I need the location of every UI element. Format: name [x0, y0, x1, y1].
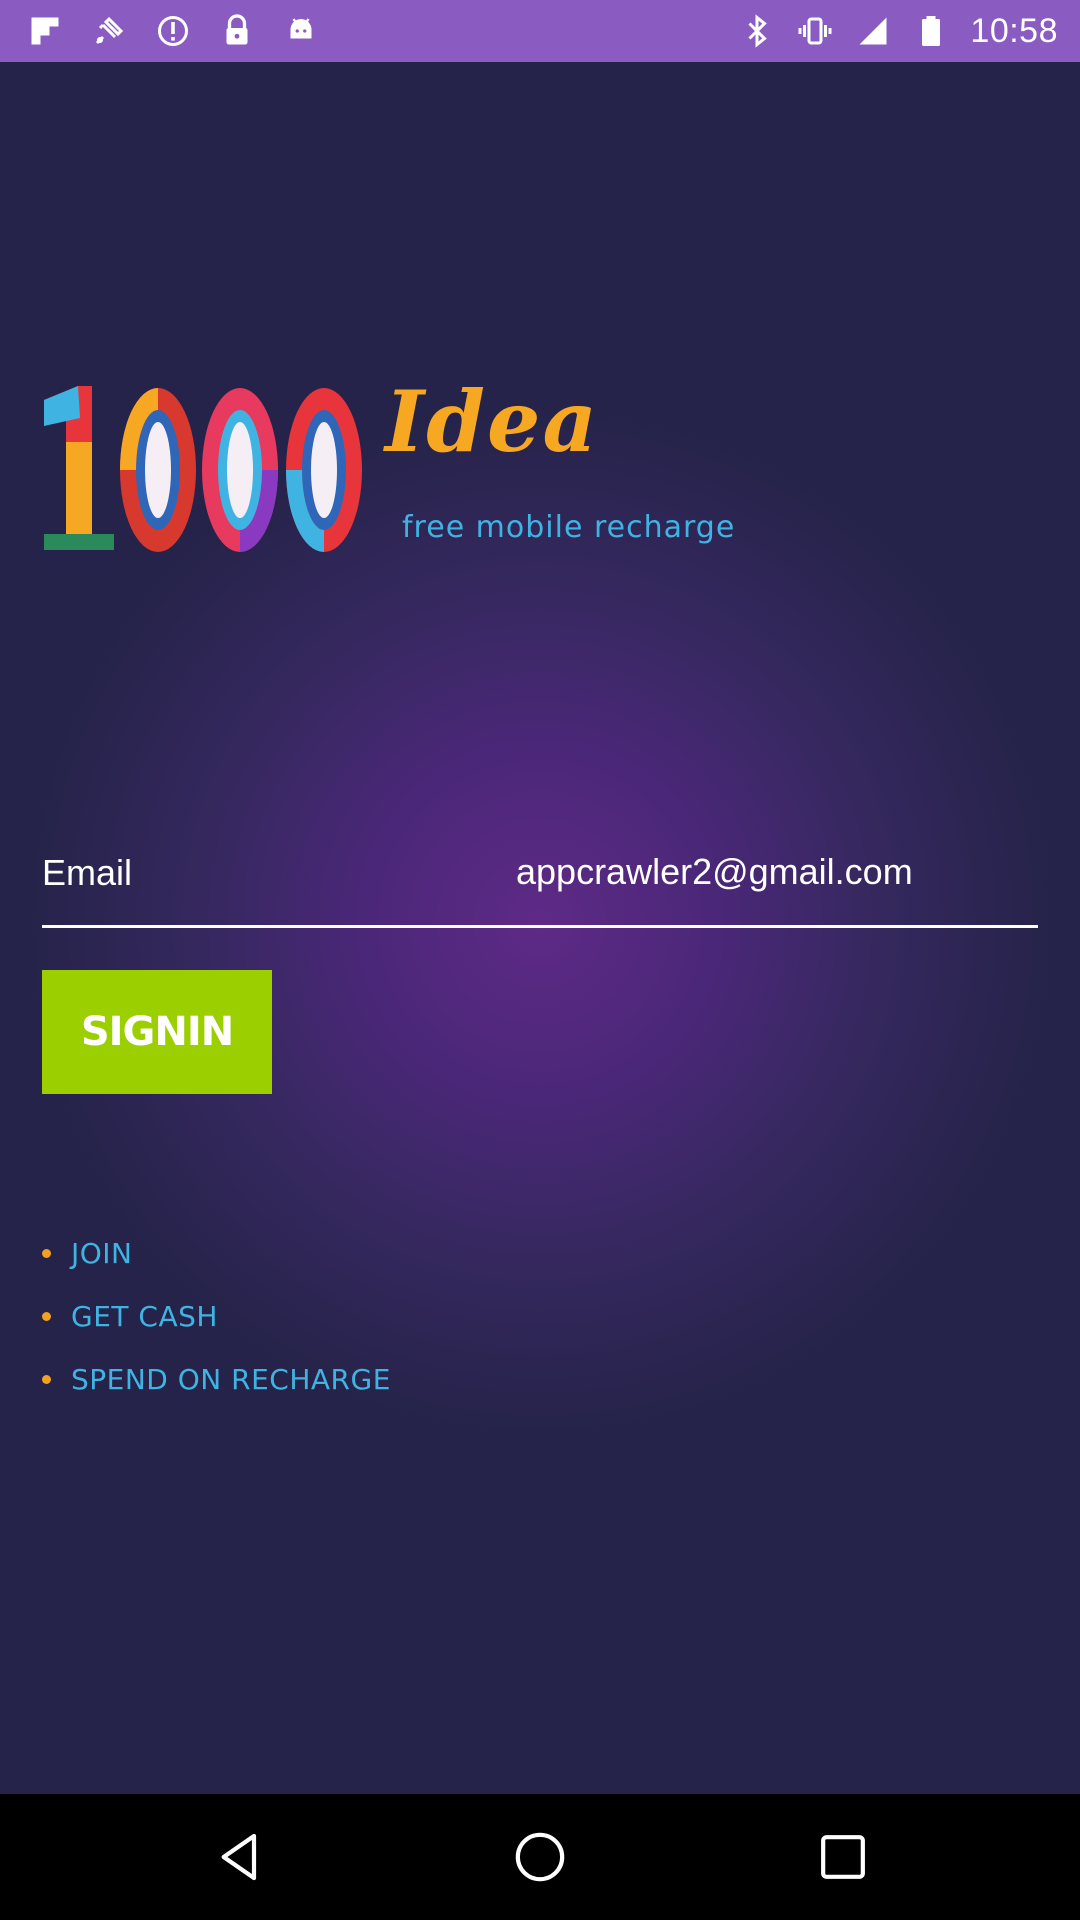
app-logo: Idea free mobile recharge — [40, 322, 760, 562]
recents-icon[interactable] — [813, 1827, 873, 1887]
list-item: GET CASH — [42, 1285, 391, 1348]
fake-gps-icon — [90, 12, 128, 50]
info-circle-icon — [154, 12, 192, 50]
list-item: SPEND ON RECHARGE — [42, 1348, 391, 1411]
bullet-icon — [42, 1249, 51, 1258]
navigation-bar — [0, 1794, 1080, 1920]
back-icon[interactable] — [210, 1827, 270, 1887]
home-icon[interactable] — [510, 1827, 570, 1887]
list-item: JOIN — [42, 1222, 391, 1285]
flipboard-icon — [26, 12, 64, 50]
logo-tagline: free mobile recharge — [402, 510, 736, 545]
lock-icon — [218, 12, 256, 50]
feature-label: JOIN — [71, 1237, 133, 1270]
android-icon — [282, 12, 320, 50]
bullet-icon — [42, 1375, 51, 1384]
vibrate-icon — [796, 12, 834, 50]
signin-button[interactable]: SIGNIN — [42, 970, 272, 1094]
logo-word: Idea — [385, 372, 599, 471]
battery-icon — [912, 12, 950, 50]
signal-icon — [854, 12, 892, 50]
logo-digits-1000 — [44, 386, 362, 552]
clock: 10:58 — [970, 11, 1058, 50]
bullet-icon — [42, 1312, 51, 1321]
email-label: Email — [42, 852, 133, 893]
email-input[interactable] — [472, 842, 1038, 902]
status-bar: 10:58 — [0, 0, 1080, 62]
status-bar-system: 10:58 — [738, 10, 1058, 52]
feature-label: SPEND ON RECHARGE — [71, 1363, 391, 1396]
feature-label: GET CASH — [71, 1300, 218, 1333]
status-bar-notifications — [26, 10, 320, 52]
feature-list: JOIN GET CASH SPEND ON RECHARGE — [42, 1222, 391, 1411]
email-field: Email — [42, 832, 1038, 928]
bluetooth-icon — [738, 12, 776, 50]
app-content: Idea free mobile recharge Email SIGNIN J… — [0, 62, 1080, 1794]
